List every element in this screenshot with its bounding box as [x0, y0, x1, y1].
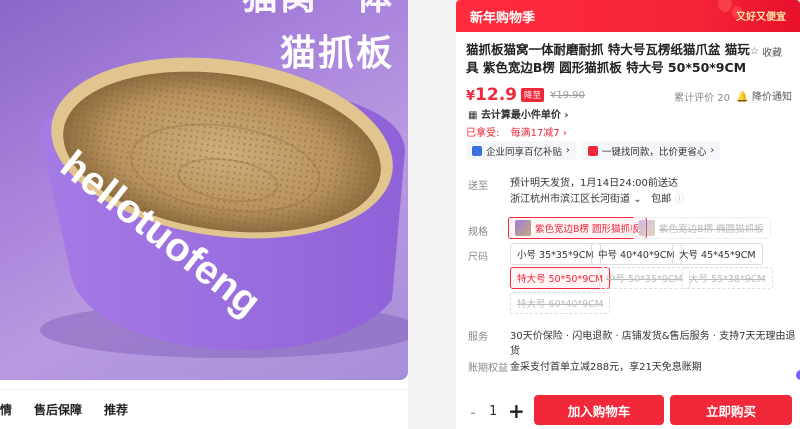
chevron-down-icon: ⌄	[633, 194, 642, 205]
hero-title-line2: 猫抓板	[279, 33, 394, 74]
size-label: 尺码	[468, 252, 488, 263]
purchase-bar: - 1 + 加入购物车 立即购买	[456, 395, 800, 429]
lantern-icon	[718, 0, 732, 12]
product-title: 猫抓板猫窝一体耐磨耐抓 特大号瓦楞纸猫爪盆 猫玩具 紫色宽边B楞 圆形猫抓板 特…	[466, 42, 750, 75]
promo-banner[interactable]: 新年购物季 又好又便宜	[456, 0, 800, 32]
buy-now-button[interactable]: 立即购买	[670, 395, 792, 425]
qty-value[interactable]: 1	[489, 404, 497, 419]
pill-find-similar[interactable]: 一键找同款，比价更省心 ›	[581, 141, 721, 160]
enterprise-icon	[472, 145, 482, 156]
chevron-right-icon: ›	[562, 128, 567, 139]
spec-label: 规格	[468, 227, 488, 238]
chevron-right-icon: ›	[710, 145, 715, 156]
calculator-icon: ▦	[468, 110, 478, 121]
chevron-right-icon: ›	[566, 145, 570, 156]
qty-decrease-button[interactable]: -	[466, 403, 480, 422]
price-drop-notify[interactable]: 🔔 降价通知	[736, 88, 792, 103]
compare-icon	[587, 145, 598, 156]
add-to-cart-button[interactable]: 加入购物车	[534, 395, 664, 425]
size-option-xl-oval[interactable]: 特大号 60*40*9CM	[510, 292, 611, 314]
pill-enterprise-subsidy[interactable]: 企业同享百亿补贴 ›	[466, 141, 576, 160]
spec-option-oval[interactable]: 紫色宽边B楞 椭圆猫抓板	[632, 217, 771, 239]
bell-icon: 🔔	[736, 92, 749, 103]
spec-option-round[interactable]: 紫色宽边B楞 圆形猫抓板	[508, 217, 647, 239]
size-option-small[interactable]: 小号 35*35*9CM	[510, 243, 601, 265]
current-price: ¥12.9	[466, 85, 517, 105]
delivery-estimate: 预计明天发货，1月14日24:00前送达	[510, 178, 678, 189]
favorite-button[interactable]: ☆ 收藏	[750, 44, 782, 59]
credit-label: 账期权益	[468, 363, 508, 374]
price-row: ¥12.9 降至 ¥19.90 累计评价 20 🔔 降价通知	[466, 84, 796, 106]
size-option-medium[interactable]: 中号 40*40*9CM	[591, 243, 682, 265]
floating-assistant-icon[interactable]	[794, 368, 800, 382]
size-option-xl[interactable]: 特大号 50*50*9CM	[510, 267, 611, 289]
size-option-large-oval[interactable]: 大号 55*38*9CM	[682, 267, 773, 289]
banner-tag: 又好又便宜	[736, 12, 786, 23]
detail-tabs: 情 售后保障 推荐	[0, 389, 408, 429]
size-option-large[interactable]: 大号 45*45*9CM	[672, 243, 763, 265]
address-selector[interactable]: 浙江杭州市滨江区长河街道 ⌄	[510, 194, 642, 205]
credit-text: 金采支付首单立减288元，享21天免息账期	[510, 362, 702, 373]
hero-title: 猫窝一体 猫抓板	[242, 0, 394, 82]
promotion-value: 每满17减7	[510, 128, 560, 139]
free-shipping: 包邮	[651, 194, 672, 205]
star-icon: ☆	[750, 46, 759, 57]
info-icon[interactable]: ⓘ	[674, 194, 684, 205]
promotion-label: 已拿受:	[466, 128, 500, 139]
price-badge: 降至	[521, 88, 545, 102]
product-main-image[interactable]: hellotuofeng 猫窝一体 猫抓板	[0, 0, 408, 380]
unit-price-link[interactable]: ▦ 去计算最小件单价 ›	[468, 106, 569, 121]
chevron-right-icon: ›	[564, 110, 569, 121]
product-info-panel: 新年购物季 又好又便宜 猫抓板猫窝一体耐磨耐抓 特大号瓦楞纸猫爪盆 猫玩具 紫色…	[456, 0, 800, 429]
favorite-label: 收藏	[762, 48, 782, 59]
hero-title-line1: 猫窝一体	[242, 0, 394, 26]
tab-after-sales[interactable]: 售后保障	[34, 401, 82, 418]
review-count[interactable]: 累计评价 20	[674, 89, 730, 104]
shipping-info: 预计明天发货，1月14日24:00前送达 浙江杭州市滨江区长河街道 ⌄ 包邮 ⓘ	[510, 176, 684, 208]
tab-recommend[interactable]: 推荐	[104, 401, 128, 418]
tab-details[interactable]: 情	[0, 401, 12, 418]
service-text: 30天价保险 · 闪电退款 · 店铺发货&售后服务 · 支持7天无理由退货	[510, 331, 796, 357]
gutter	[408, 0, 456, 429]
spec-thumbnail	[639, 220, 655, 236]
shipping-label: 送至	[468, 181, 488, 192]
service-label: 服务	[468, 332, 488, 343]
promotion-row[interactable]: 已拿受: 每满17减7 ›	[466, 124, 567, 139]
size-option-medium-oval[interactable]: 中号 50*35*9CM	[599, 267, 690, 289]
spec-thumbnail	[515, 220, 531, 236]
original-price: ¥19.90	[550, 89, 586, 101]
banner-title: 新年购物季	[470, 10, 536, 26]
benefit-pills: 企业同享百亿补贴 › 一键找同款，比价更省心 ›	[466, 141, 721, 160]
qty-increase-button[interactable]: +	[508, 399, 525, 423]
